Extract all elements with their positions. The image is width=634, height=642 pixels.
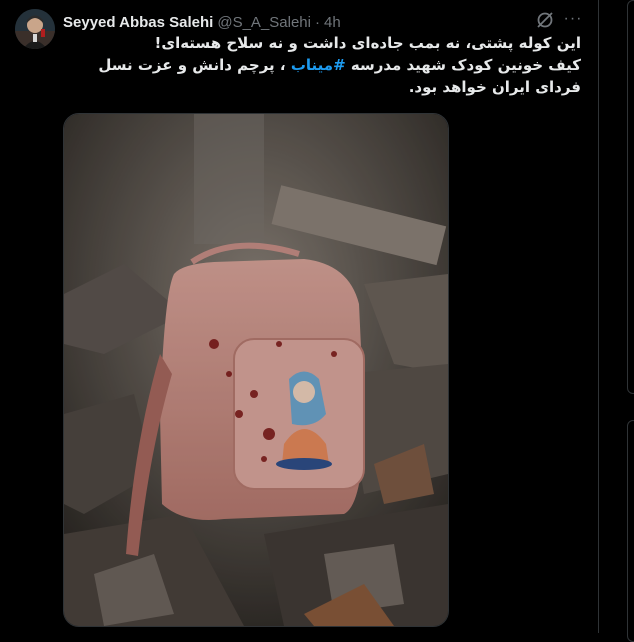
author-name[interactable]: Seyyed Abbas Salehi (63, 14, 213, 31)
separator-dot: · (314, 13, 320, 31)
tweet-image[interactable] (63, 113, 449, 627)
timeline-column: Seyyed Abbas Salehi @S_A_Salehi · 4h ···… (0, 0, 599, 633)
tweet-text-part: کیف خونین کودک شهید مدرسه (345, 56, 581, 74)
grok-icon[interactable] (534, 9, 556, 31)
avatar[interactable] (15, 9, 55, 49)
tweet-text: این کوله پشتی، نه بمب جاده‌ای داشت و نه … (63, 32, 581, 98)
sidebar-card (627, 420, 634, 642)
avatar-image (15, 9, 55, 49)
sidebar-card (627, 0, 634, 394)
backpack-photo (64, 114, 448, 626)
tweet-header: Seyyed Abbas Salehi @S_A_Salehi · 4h (63, 12, 583, 32)
author-handle[interactable]: @S_A_Salehi (217, 14, 311, 31)
tweet[interactable]: Seyyed Abbas Salehi @S_A_Salehi · 4h ···… (0, 4, 598, 633)
timestamp[interactable]: 4h (324, 14, 341, 31)
tweet-text-line-1: این کوله پشتی، نه بمب جاده‌ای داشت و نه … (154, 34, 581, 52)
more-icon[interactable]: ··· (562, 9, 584, 31)
right-sidebar (599, 0, 634, 642)
hashtag-link[interactable]: #میناب (291, 56, 346, 74)
tweet-text-line-2: کیف خونین کودک شهید مدرسه #میناب ، پرچم … (63, 54, 581, 98)
